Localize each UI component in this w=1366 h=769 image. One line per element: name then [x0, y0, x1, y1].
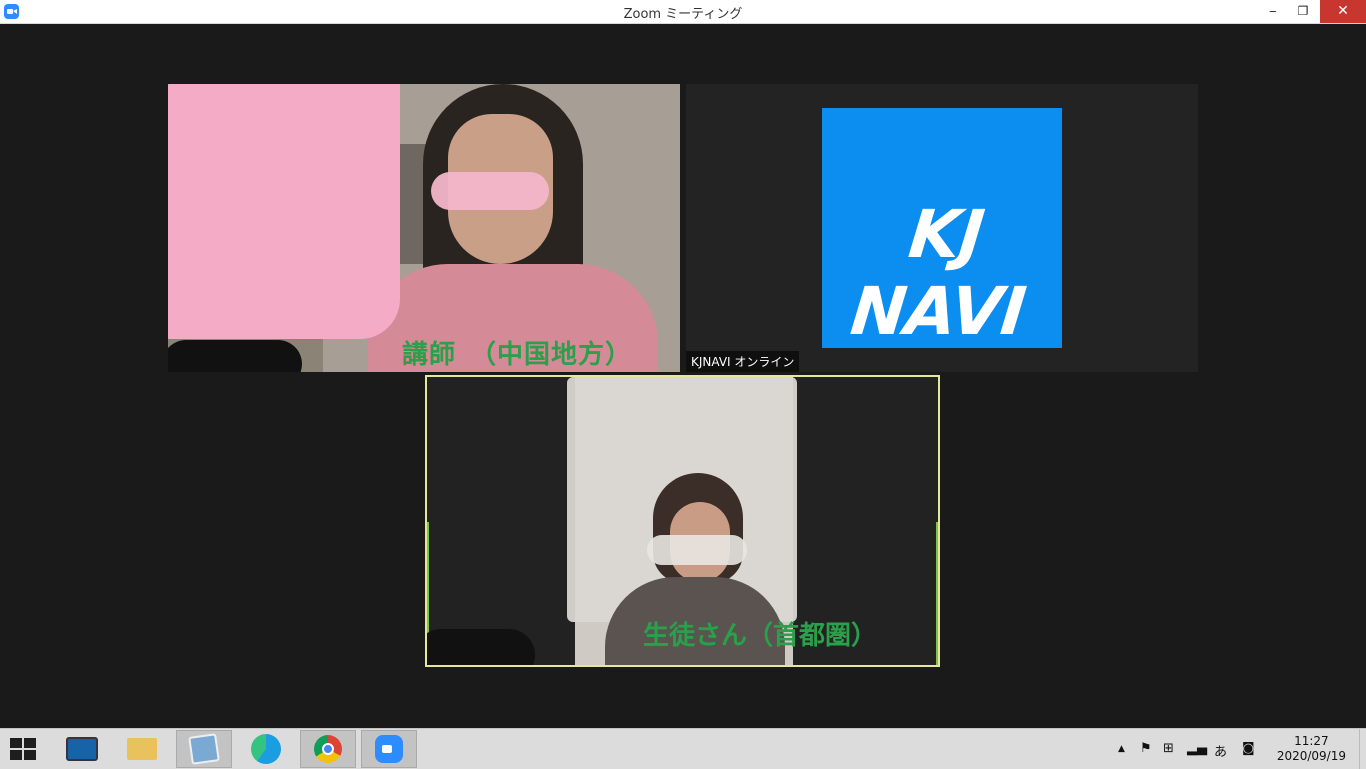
- taskbar-app-photos[interactable]: [176, 730, 232, 768]
- edge-icon: [251, 734, 281, 764]
- video-tile-teacher[interactable]: [168, 84, 680, 372]
- name-privacy-mask: [168, 340, 302, 372]
- network-icon[interactable]: ⊞: [1163, 741, 1174, 756]
- taskbar: ▲ ⚑ ⊞ ▂▄ あ ◙ 11:27 2020/09/19: [0, 728, 1366, 769]
- title-bar: Zoom ミーティング ‒ ❐ ✕: [0, 0, 1366, 24]
- taskbar-app-chrome[interactable]: [300, 730, 356, 768]
- minimize-button[interactable]: ‒: [1258, 0, 1288, 23]
- student-caption: 生徒さん（首都圏）: [643, 621, 878, 651]
- folder-icon: [127, 738, 157, 760]
- taskbar-app-file-explorer[interactable]: [114, 730, 170, 768]
- show-desktop-button[interactable]: [1359, 729, 1366, 769]
- ime-indicator[interactable]: あ: [1214, 741, 1227, 760]
- windows-logo-icon: [24, 750, 36, 760]
- notification-icon[interactable]: ◙: [1242, 741, 1255, 756]
- window-title: Zoom ミーティング: [623, 7, 743, 22]
- close-button[interactable]: ✕: [1320, 0, 1366, 23]
- taskbar-app-edge[interactable]: [238, 730, 294, 768]
- clock-date: 2020/09/19: [1276, 749, 1346, 763]
- taskbar-app-lenovo[interactable]: [54, 730, 110, 768]
- kjnavi-logo-text: KJ NAVI: [847, 196, 1029, 350]
- kjnavi-logo: KJ NAVI: [822, 108, 1062, 350]
- clock-time: 11:27: [1294, 734, 1329, 748]
- eye-privacy-mask: [431, 172, 549, 210]
- clock[interactable]: 11:27 2020/09/19: [1277, 734, 1346, 764]
- chrome-icon: [314, 735, 342, 763]
- lenovo-icon: [66, 737, 98, 761]
- active-speaker-indicator: [936, 522, 938, 665]
- tray-overflow-button[interactable]: ▲: [1118, 744, 1125, 754]
- signal-icon[interactable]: ▂▄: [1187, 741, 1207, 756]
- windows-logo-icon: [24, 738, 36, 748]
- zoom-icon: [375, 735, 403, 763]
- start-button[interactable]: [10, 738, 38, 762]
- video-tile-kjnavi[interactable]: KJ NAVI KJNAVI オンライン: [686, 84, 1198, 372]
- participant-name-label: KJNAVI オンライン: [686, 351, 800, 372]
- windows-logo-icon: [10, 738, 22, 748]
- photos-icon: [188, 733, 220, 765]
- eye-privacy-mask: [647, 535, 747, 565]
- flag-icon[interactable]: ⚑: [1140, 741, 1152, 756]
- name-privacy-mask: [427, 629, 535, 665]
- privacy-mask: [168, 84, 400, 339]
- teacher-caption: 講師 （中国地方）: [402, 340, 633, 370]
- maximize-button[interactable]: ❐: [1288, 0, 1318, 23]
- windows-logo-icon: [10, 750, 22, 760]
- taskbar-app-zoom[interactable]: [361, 730, 417, 768]
